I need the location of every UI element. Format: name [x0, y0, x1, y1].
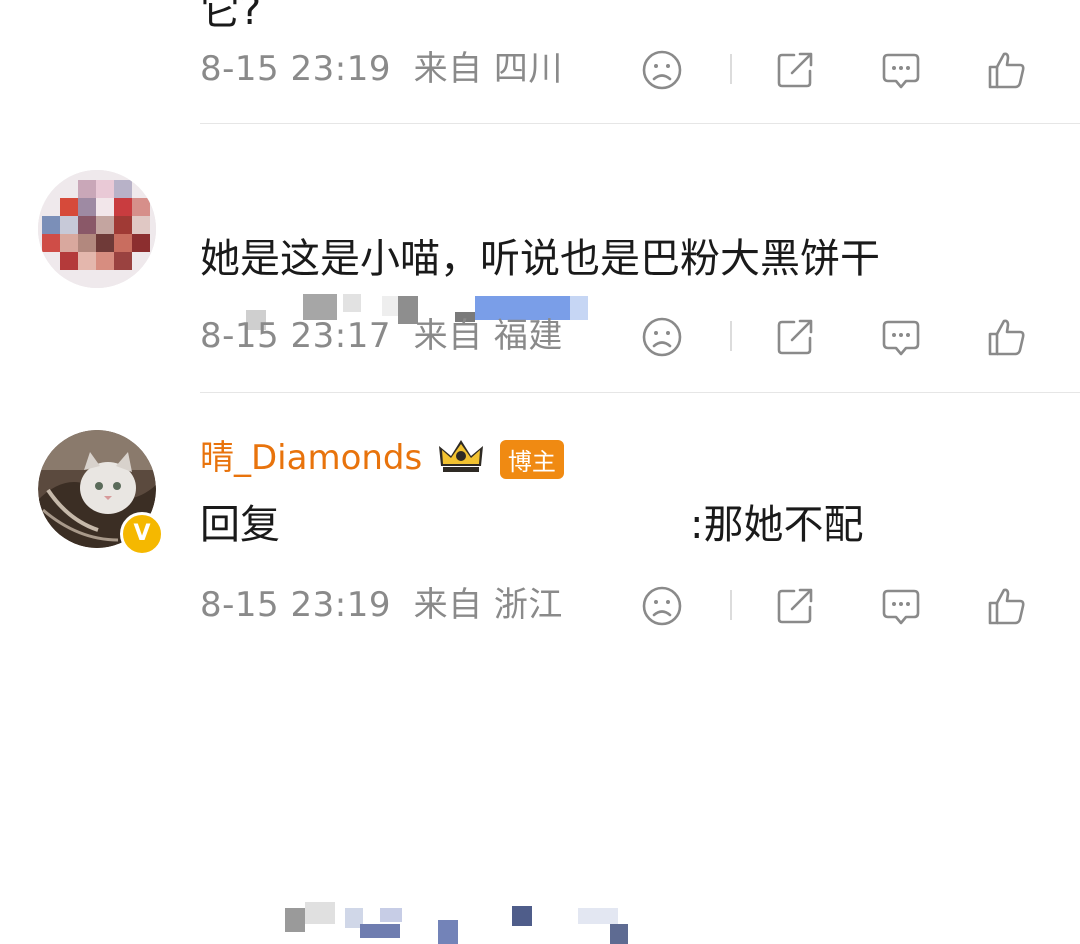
comment-divider	[200, 392, 1080, 393]
sad-face-icon[interactable]	[641, 49, 683, 91]
username[interactable]: 晴_Diamonds 博主	[200, 430, 564, 483]
blogger-badge: 博主	[499, 440, 564, 479]
avatar[interactable]	[38, 170, 156, 288]
comment-meta: 8-15 23:19 来自 四川	[200, 44, 1080, 94]
share-icon[interactable]	[774, 49, 816, 91]
reply-text: :那她不配	[690, 502, 864, 548]
comment-content: 回复 :那她不配	[200, 492, 863, 550]
comment-item: 她是这是小喵，听说也是巴粉大黑饼干 8-15 23:17 来自 福建	[0, 124, 1080, 394]
comment-bubble-icon[interactable]	[880, 49, 922, 91]
sad-face-icon[interactable]	[641, 585, 683, 627]
comment-timestamp-location: 8-15 23:19 来自 四川	[200, 49, 563, 89]
username[interactable]	[200, 168, 600, 208]
comment-bubble-icon[interactable]	[880, 316, 922, 358]
comment-timestamp-location: 8-15 23:17 来自 福建	[200, 316, 563, 356]
comment-bubble-icon[interactable]	[880, 585, 922, 627]
share-icon[interactable]	[774, 316, 816, 358]
reply-prefix: 回复	[200, 502, 280, 548]
comment-item: 它? 8-15 23:19 来自 四川	[0, 0, 1080, 124]
divider	[730, 321, 732, 351]
divider	[730, 590, 732, 620]
sad-face-icon[interactable]	[641, 316, 683, 358]
thumbs-up-icon[interactable]	[986, 316, 1028, 358]
comment-timestamp-location: 8-15 23:19 来自 浙江	[200, 585, 563, 625]
crown-icon	[437, 436, 485, 483]
comment-content: 她是这是小喵，听说也是巴粉大黑饼干	[200, 236, 880, 282]
thumbs-up-icon[interactable]	[986, 585, 1028, 627]
comment-meta: 8-15 23:19 来自 浙江	[200, 580, 1080, 630]
share-icon[interactable]	[774, 585, 816, 627]
verified-badge-icon: V	[120, 512, 164, 556]
thumbs-up-icon[interactable]	[986, 49, 1028, 91]
divider	[730, 54, 732, 84]
comment-meta: 8-15 23:17 来自 福建	[200, 311, 1080, 361]
username-text[interactable]: 晴_Diamonds	[200, 438, 422, 478]
redacted-mention	[285, 908, 305, 932]
comment-text: 它?	[200, 0, 262, 34]
comment-item: V 晴_Diamonds 博主 回复 :那她不配 8-15 23:19 来自 浙江	[0, 394, 1080, 944]
